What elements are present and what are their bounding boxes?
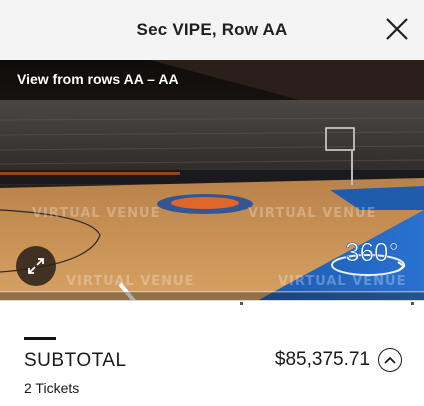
ticket-count: 2 Tickets xyxy=(24,380,80,396)
order-summary: SUBTOTAL $85,375.71 2 Tickets xyxy=(0,308,424,406)
subtotal-label: SUBTOTAL xyxy=(24,350,127,371)
watermark-text: VIRTUAL VENUE xyxy=(248,206,377,221)
view-scrub-bar xyxy=(0,300,424,308)
360-view-icon: 360° xyxy=(331,237,406,276)
360-badge-text: 360° xyxy=(345,237,399,267)
watermark-text: VIRTUAL VENUE xyxy=(32,206,161,221)
close-icon xyxy=(386,18,408,40)
expand-icon xyxy=(28,258,44,274)
scrub-tick xyxy=(411,302,414,305)
subtotal-amount: $85,375.71 xyxy=(274,349,370,370)
close-button[interactable] xyxy=(384,16,410,42)
expand-button[interactable] xyxy=(16,246,56,286)
view-caption: View from rows AA – AA xyxy=(17,71,179,87)
expand-summary-button[interactable] xyxy=(378,348,402,372)
seat-view-panel[interactable]: VIRTUAL VENUE VIRTUAL VENUE VIRTUAL VENU… xyxy=(0,60,424,302)
summary-divider xyxy=(24,337,56,340)
360-view-button[interactable]: 360° xyxy=(328,235,412,281)
chevron-up-icon xyxy=(384,356,396,364)
header-bar: Sec VIPE, Row AA xyxy=(0,0,424,60)
watermark-text: VIRTUAL VENUE xyxy=(66,274,195,289)
scrub-tick xyxy=(240,302,243,305)
page-title: Sec VIPE, Row AA xyxy=(136,20,288,39)
